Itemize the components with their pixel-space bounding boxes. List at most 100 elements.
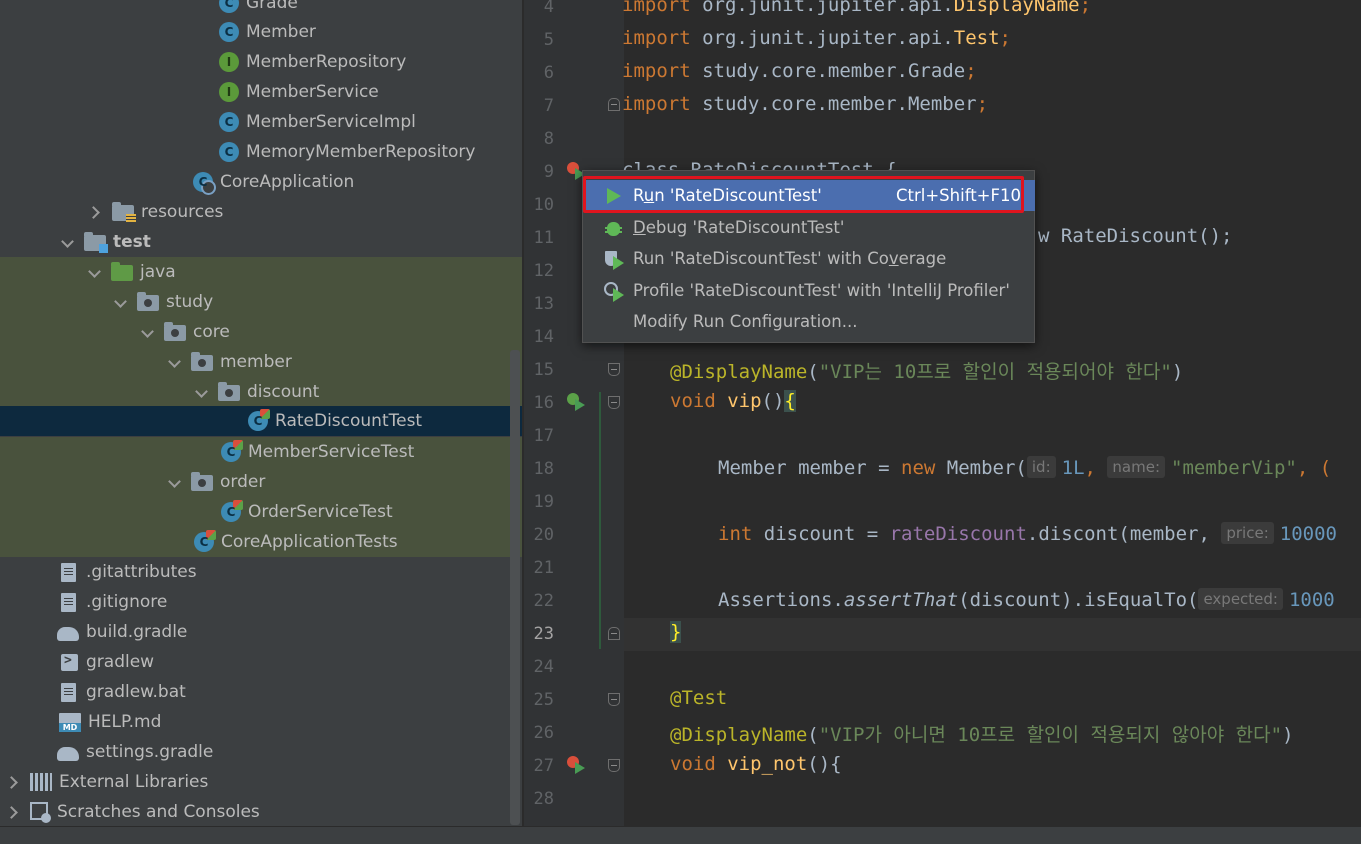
package-icon: [164, 322, 186, 341]
tree-item-member-service-impl[interactable]: MemberServiceImpl: [0, 107, 522, 137]
tree-item-order[interactable]: order: [0, 467, 522, 497]
chevron-right-icon[interactable]: [88, 205, 102, 219]
menu-item-run-with-coverage[interactable]: Run 'RateDiscountTest' with Coverage: [584, 243, 1035, 274]
tree-item-external-libraries[interactable]: External Libraries: [0, 767, 522, 797]
tree-item-label: order: [220, 472, 266, 492]
code-line-16[interactable]: void vip(){: [670, 390, 796, 412]
line-number: 18: [533, 459, 554, 479]
tree-item-help-md[interactable]: HELP.md: [0, 707, 522, 737]
line-number: 20: [533, 525, 554, 545]
chevron-down-icon[interactable]: [87, 265, 101, 279]
code-line-11-visible-tail[interactable]: w RateDiscount();: [1038, 225, 1232, 247]
tree-item-core-application[interactable]: CoreApplication: [0, 167, 522, 197]
tree-item-gitignore[interactable]: .gitignore: [0, 587, 522, 617]
menu-item-profile[interactable]: Profile 'RateDiscountTest' with 'Intelli…: [584, 275, 1035, 306]
code-line-18[interactable]: Member member = new Member(id: 1L, name: "…: [718, 456, 1331, 479]
chevron-down-icon[interactable]: [167, 475, 181, 489]
chevron-down-icon[interactable]: [113, 295, 127, 309]
chevron-down-icon[interactable]: [167, 355, 181, 369]
fold-marker-icon[interactable]: [608, 98, 620, 111]
tree-item-label: core: [193, 322, 230, 342]
tree-item-test[interactable]: test: [0, 227, 522, 257]
code-line-7[interactable]: import study.core.member.Member;: [622, 93, 988, 115]
tree-item-member-repository[interactable]: MemberRepository: [0, 47, 522, 77]
chevron-right-icon[interactable]: [6, 805, 20, 819]
fold-marker-icon[interactable]: [608, 627, 620, 640]
tree-item-label: Grade: [246, 0, 298, 13]
debug-icon: [604, 218, 624, 238]
run-test-method-passed-gutter-icon[interactable]: [567, 393, 585, 411]
menu-item-debug[interactable]: Debug 'RateDiscountTest': [584, 212, 1035, 243]
tree-item-discount[interactable]: discount: [0, 377, 522, 407]
code-line-15[interactable]: @DisplayName("VIP는 10프로 할인이 적용되어야 한다"): [670, 357, 1183, 384]
tree-item-memory-member-repository[interactable]: MemoryMemberRepository: [0, 137, 522, 167]
tree-scrollbar[interactable]: [510, 350, 520, 825]
code-line-4[interactable]: import org.junit.jupiter.api.DisplayName…: [622, 0, 1091, 16]
tree-item-label: MemberServiceTest: [248, 442, 415, 462]
param-hint-name: name:: [1107, 456, 1165, 478]
class-icon: [219, 0, 239, 13]
tree-item-label: CoreApplicationTests: [221, 532, 398, 552]
shell-script-icon: [61, 653, 78, 671]
fold-marker-icon[interactable]: [608, 396, 620, 409]
code-line-26[interactable]: @DisplayName("VIP가 아니면 10프로 할인이 적용되지 않아야…: [670, 720, 1294, 747]
param-hint-expected: expected:: [1198, 588, 1283, 610]
tree-item-java[interactable]: java: [0, 257, 522, 287]
tree-item-label: study: [166, 292, 214, 312]
line-number: 5: [543, 30, 554, 50]
tree-item-grade[interactable]: Grade: [0, 0, 522, 18]
line-number: 9: [543, 162, 554, 182]
tree-item-label: .gitignore: [86, 592, 168, 612]
code-line-20[interactable]: int discount = rateDiscount.discont(memb…: [718, 522, 1337, 545]
tree-item-gitattributes[interactable]: .gitattributes: [0, 557, 522, 587]
tree-item-resources[interactable]: resources: [0, 197, 522, 227]
menu-item-run[interactable]: Run 'RateDiscountTest' Ctrl+Shift+F10: [584, 180, 1035, 211]
tree-item-label: gradlew.bat: [86, 682, 186, 702]
chevron-down-icon[interactable]: [60, 235, 74, 249]
tree-item-label: test: [113, 232, 151, 252]
tree-item-gradlew[interactable]: gradlew: [0, 647, 522, 677]
tree-item-member-package[interactable]: member: [0, 347, 522, 377]
scratches-icon: [30, 802, 51, 823]
code-line-6[interactable]: import study.core.member.Grade;: [622, 60, 977, 82]
test-sources-folder-icon: [111, 262, 133, 281]
code-line-25[interactable]: @Test: [670, 687, 727, 709]
text-file-icon: [61, 682, 76, 702]
code-line-23[interactable]: }: [670, 621, 682, 643]
fold-marker-icon[interactable]: [608, 759, 620, 772]
fold-marker-icon[interactable]: [608, 693, 620, 706]
code-line-22[interactable]: Assertions.assertThat(discount).isEqualT…: [718, 588, 1335, 611]
chevron-down-icon[interactable]: [140, 325, 154, 339]
tree-item-member-service-test[interactable]: MemberServiceTest: [0, 437, 522, 467]
line-number: 13: [533, 294, 554, 314]
tree-item-rate-discount-test[interactable]: RateDiscountTest: [0, 406, 522, 436]
tree-item-core[interactable]: core: [0, 317, 522, 347]
tree-item-member-service[interactable]: MemberService: [0, 77, 522, 107]
tree-item-core-application-tests[interactable]: CoreApplicationTests: [0, 527, 522, 557]
package-icon: [191, 352, 213, 371]
menu-item-modify-run-configuration[interactable]: Modify Run Configuration...: [584, 306, 1035, 337]
tree-item-settings-gradle[interactable]: settings.gradle: [0, 737, 522, 767]
tree-item-build-gradle[interactable]: build.gradle: [0, 617, 522, 647]
run-test-method-failed-gutter-icon[interactable]: [567, 756, 585, 774]
spring-boot-class-icon: [193, 172, 216, 195]
chevron-down-icon[interactable]: [194, 385, 208, 399]
chevron-right-icon[interactable]: [6, 775, 20, 789]
code-line-27[interactable]: void vip_not(){: [670, 753, 842, 775]
test-class-icon: [194, 530, 216, 552]
tree-item-study[interactable]: study: [0, 287, 522, 317]
line-number: 24: [533, 657, 554, 677]
tree-item-order-service-test[interactable]: OrderServiceTest: [0, 497, 522, 527]
tree-item-label: MemberServiceImpl: [246, 112, 416, 132]
vcs-change-marker[interactable]: [599, 392, 601, 649]
tree-item-label: member: [220, 352, 292, 372]
tree-item-gradlew-bat[interactable]: gradlew.bat: [0, 677, 522, 707]
tree-item-scratches-and-consoles[interactable]: Scratches and Consoles: [0, 797, 522, 826]
tree-item-label: RateDiscountTest: [275, 411, 423, 431]
code-line-5[interactable]: import org.junit.jupiter.api.Test;: [622, 27, 1011, 49]
tree-item-member[interactable]: Member: [0, 17, 522, 47]
fold-marker-icon[interactable]: [608, 363, 620, 376]
line-number: 11: [533, 228, 554, 248]
code-editor[interactable]: 4 5 6 7 8 9 10 11 12 13 14 15 16 17 18 1…: [524, 0, 1361, 826]
gradle-icon: [57, 627, 79, 641]
